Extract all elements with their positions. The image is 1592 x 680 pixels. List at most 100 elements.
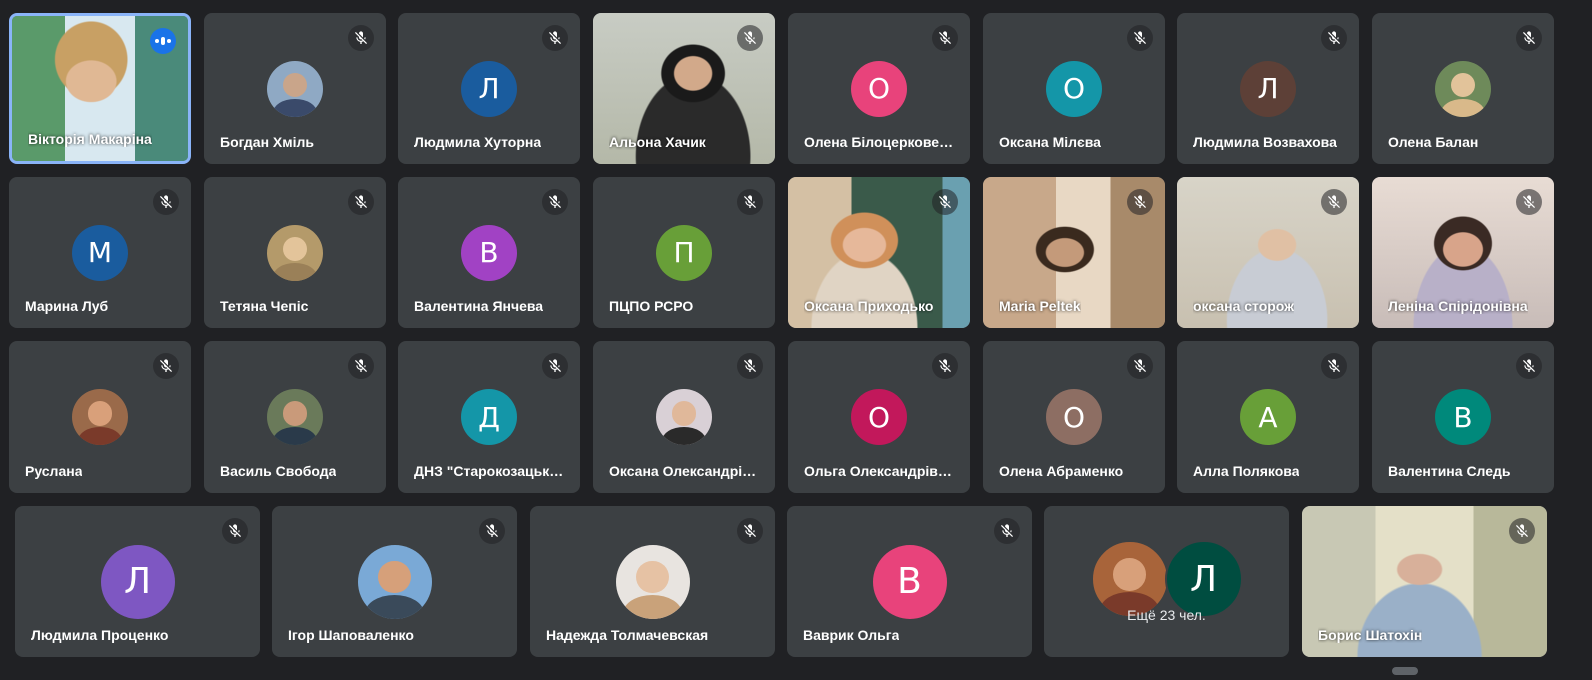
participant-tile[interactable]: Олена Балан bbox=[1372, 13, 1554, 164]
participant-name: Ігор Шаповаленко bbox=[288, 627, 414, 643]
mic-off-icon bbox=[1516, 25, 1542, 51]
mic-off-icon bbox=[542, 25, 568, 51]
participant-name: оксана сторож bbox=[1193, 298, 1295, 314]
participant-tile[interactable]: Альона Хачик bbox=[593, 13, 775, 164]
participant-name: Ольга Олександрівна bbox=[804, 463, 954, 479]
mic-off-icon bbox=[1321, 353, 1347, 379]
participant-name: Марина Луб bbox=[25, 298, 109, 314]
participant-tile[interactable]: М Марина Луб bbox=[9, 177, 191, 328]
participant-name: Валентина Следь bbox=[1388, 463, 1511, 479]
mic-off-icon bbox=[348, 189, 374, 215]
participant-name: Надежда Толмачевская bbox=[546, 627, 709, 643]
participant-tile[interactable]: оксана сторож bbox=[1177, 177, 1359, 328]
avatar-photo bbox=[656, 389, 712, 445]
participant-tile[interactable]: Василь Свобода bbox=[204, 341, 386, 493]
mic-off-icon bbox=[222, 518, 248, 544]
participant-tile[interactable]: О Ольга Олександрівна bbox=[788, 341, 970, 493]
avatar-photo bbox=[1435, 60, 1491, 117]
mic-off-icon bbox=[1516, 353, 1542, 379]
mic-off-icon bbox=[1321, 189, 1347, 215]
participant-name: Оксана Олександрівна bbox=[609, 463, 759, 479]
avatar: Д bbox=[461, 389, 517, 445]
participant-tile[interactable]: Богдан Хміль bbox=[204, 13, 386, 164]
participant-tile[interactable]: Maria Peltek bbox=[983, 177, 1165, 328]
participant-name: Василь Свобода bbox=[220, 463, 337, 479]
avatar: М bbox=[72, 224, 128, 281]
mic-off-icon bbox=[479, 518, 505, 544]
participant-name: Людмила Проценко bbox=[31, 627, 169, 643]
participant-tile[interactable]: Л Людмила Хуторна bbox=[398, 13, 580, 164]
participant-tile[interactable]: В Ваврик Ольга bbox=[787, 506, 1032, 657]
avatar-photo bbox=[615, 544, 690, 619]
avatar: О bbox=[1046, 389, 1102, 445]
participant-name: ПЦПО РСРО bbox=[609, 298, 694, 314]
avatar: Л bbox=[461, 60, 517, 117]
participant-tile[interactable]: В Валентина Янчева bbox=[398, 177, 580, 328]
participant-name: Борис Шатохін bbox=[1318, 627, 1423, 643]
participant-tile[interactable]: Л Людмила Проценко bbox=[15, 506, 260, 657]
avatar: Л bbox=[1240, 60, 1296, 117]
avatar: П bbox=[656, 224, 712, 281]
participant-tile[interactable]: Тетяна Чепіс bbox=[204, 177, 386, 328]
participant-name: ДНЗ "Старокозацький" bbox=[414, 463, 564, 479]
participant-tile[interactable]: А Алла Полякова bbox=[1177, 341, 1359, 493]
mic-off-icon bbox=[737, 25, 763, 51]
participant-name: Руслана bbox=[25, 463, 83, 479]
participant-tile[interactable]: Надежда Толмачевская bbox=[530, 506, 775, 657]
scroll-indicator[interactable] bbox=[1392, 667, 1418, 675]
participant-tile[interactable]: Борис Шатохін bbox=[1302, 506, 1547, 657]
participant-tile[interactable]: Вікторія Макаріна bbox=[9, 13, 191, 164]
participant-tile[interactable]: Леніна Спірідонівна bbox=[1372, 177, 1554, 328]
participant-tile[interactable]: П ПЦПО РСРО bbox=[593, 177, 775, 328]
participant-name: Тетяна Чепіс bbox=[220, 298, 309, 314]
participant-tile[interactable]: Ігор Шаповаленко bbox=[272, 506, 517, 657]
mic-off-icon bbox=[737, 189, 763, 215]
avatar: В bbox=[461, 224, 517, 281]
participant-name: Богдан Хміль bbox=[220, 134, 315, 150]
participant-name: Альона Хачик bbox=[609, 134, 706, 150]
mic-off-icon bbox=[994, 518, 1020, 544]
participant-tile[interactable]: Л Людмила Возвахова bbox=[1177, 13, 1359, 164]
participant-tile[interactable]: Оксана Олександрівна bbox=[593, 341, 775, 493]
avatar: А bbox=[1240, 389, 1296, 445]
participant-tile[interactable]: О Оксана Мілєва bbox=[983, 13, 1165, 164]
mic-off-icon bbox=[153, 189, 179, 215]
more-participants-tile[interactable]: Л Ещё 23 чел. bbox=[1044, 506, 1289, 657]
participant-name: Людмила Возвахова bbox=[1193, 134, 1337, 150]
participant-name: Олена Балан bbox=[1388, 134, 1479, 150]
participant-name: Олена Білоцерковець bbox=[804, 134, 954, 150]
participant-tile[interactable]: Оксана Приходько bbox=[788, 177, 970, 328]
participant-tile[interactable]: Руслана bbox=[9, 341, 191, 493]
mic-off-icon bbox=[348, 25, 374, 51]
participant-tile[interactable]: Д ДНЗ "Старокозацький" bbox=[398, 341, 580, 493]
participant-name: Алла Полякова bbox=[1193, 463, 1300, 479]
avatar: Л bbox=[100, 544, 175, 619]
mic-off-icon bbox=[737, 353, 763, 379]
participant-name: Валентина Янчева bbox=[414, 298, 544, 314]
mic-off-icon bbox=[153, 353, 179, 379]
participant-name: Леніна Спірідонівна bbox=[1388, 298, 1528, 314]
mic-off-icon bbox=[348, 353, 374, 379]
avatar: О bbox=[1046, 60, 1102, 117]
mic-off-icon bbox=[932, 25, 958, 51]
avatar: О bbox=[851, 389, 907, 445]
participant-tile[interactable]: В Валентина Следь bbox=[1372, 341, 1554, 493]
participant-name: Вікторія Макаріна bbox=[28, 131, 152, 147]
avatar-photo bbox=[267, 224, 323, 281]
participant-name: Людмила Хуторна bbox=[414, 134, 542, 150]
participant-name: Оксана Мілєва bbox=[999, 134, 1101, 150]
avatar-photo bbox=[267, 60, 323, 117]
avatar-photo bbox=[357, 544, 432, 619]
avatar-photo bbox=[72, 389, 128, 445]
participant-tile[interactable]: О Олена Білоцерковець bbox=[788, 13, 970, 164]
participant-tile[interactable]: О Олена Абраменко bbox=[983, 341, 1165, 493]
avatar: В bbox=[1435, 389, 1491, 445]
participant-name: Олена Абраменко bbox=[999, 463, 1124, 479]
participant-name: Maria Peltek bbox=[999, 298, 1081, 314]
mic-off-icon bbox=[1509, 518, 1535, 544]
avatar: В bbox=[872, 544, 947, 619]
mic-off-icon bbox=[1127, 353, 1153, 379]
speaking-indicator-icon bbox=[150, 28, 176, 54]
avatar-photo bbox=[267, 389, 323, 445]
mic-off-icon bbox=[1516, 189, 1542, 215]
